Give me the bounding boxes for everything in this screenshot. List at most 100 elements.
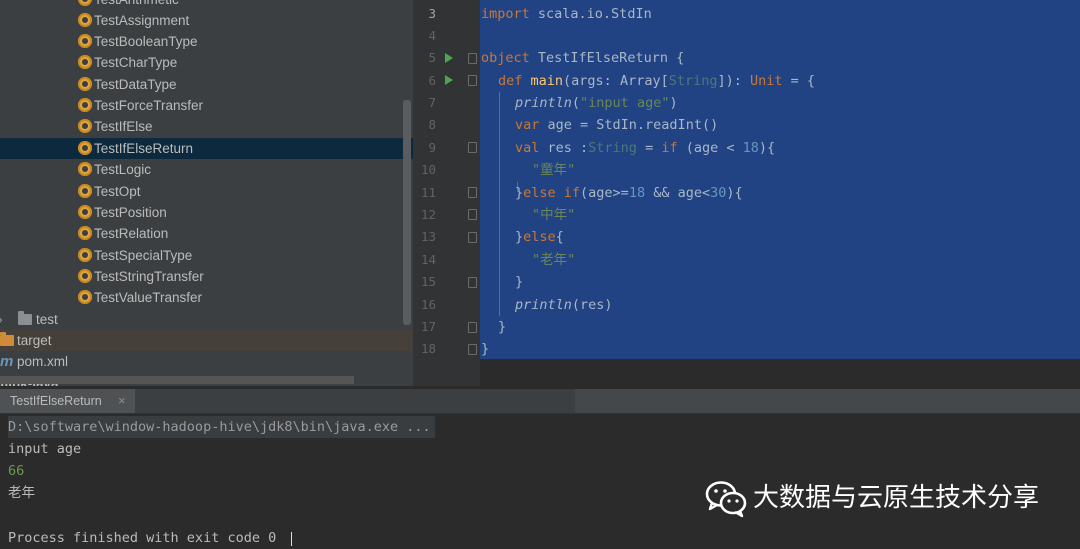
fold-marker-icon[interactable] [468, 344, 477, 355]
code-token: ( [571, 95, 581, 111]
code-token: Unit [750, 73, 783, 89]
tree-item-label: TestIfElse [94, 119, 153, 134]
code-line-17[interactable]: } [498, 316, 506, 338]
tree-folder-target[interactable]: target [0, 330, 200, 351]
code-token: else if [523, 185, 581, 201]
line-number: 4 [428, 28, 436, 43]
tree-item-label: TestOpt [94, 184, 141, 199]
code-token: = [636, 140, 662, 156]
code-token: && age< [645, 185, 711, 201]
tree-item-selected[interactable]: TestIfElseReturn [0, 138, 413, 159]
console-command-line[interactable]: D:\software\window-hadoop-hive\jdk8\bin\… [8, 416, 435, 438]
code-line-12[interactable]: "中年" [532, 204, 575, 226]
fold-marker-icon[interactable] [468, 142, 477, 153]
tree-item-label: TestForceTransfer [94, 98, 204, 113]
scala-object-icon [78, 141, 92, 155]
line-number: 9 [428, 140, 436, 155]
tree-item-label: TestAssignment [94, 13, 190, 28]
code-line-3[interactable]: import scala.io.StdIn [481, 3, 652, 25]
scala-object-icon [78, 205, 92, 219]
line-number: 6 [428, 73, 436, 88]
code-line-9[interactable]: val res :String = if (age < 18){ [515, 137, 775, 159]
code-line-15[interactable]: } [515, 271, 523, 293]
fold-marker-icon[interactable] [468, 322, 477, 333]
tree-item-label: TestIfElseReturn [94, 141, 194, 156]
tree-item-label: TestPosition [94, 205, 167, 220]
run-object-icon[interactable] [445, 53, 453, 63]
fold-marker-icon[interactable] [468, 53, 477, 64]
code-token: var [515, 117, 540, 133]
scala-object-icon [78, 119, 92, 133]
code-token: ) [669, 95, 678, 111]
tree-vertical-scrollbar[interactable] [403, 100, 411, 325]
fold-marker-icon[interactable] [468, 75, 477, 86]
chevron-right-icon[interactable]: › [0, 309, 3, 330]
code-token: if [661, 140, 678, 156]
folder-icon [18, 311, 32, 325]
run-tab-scroll-area[interactable] [575, 389, 1080, 413]
code-line-7[interactable]: println("input age") [515, 92, 678, 114]
code-token: println [515, 297, 572, 313]
code-token: (age < [677, 140, 743, 156]
fold-marker-icon[interactable] [468, 187, 477, 198]
tree-file-pom[interactable]: m pom.xml [0, 351, 200, 372]
code-token: res : [539, 140, 589, 156]
line-number: 3 [428, 6, 436, 21]
code-token: val [515, 140, 540, 156]
line-number: 10 [420, 162, 436, 177]
line-number: 13 [420, 229, 436, 244]
tree-folder-test[interactable]: › test [0, 309, 200, 330]
code-line-10[interactable]: "童年" [532, 159, 575, 181]
tree-item-label: TestValueTransfer [94, 290, 203, 305]
fold-marker-icon[interactable] [468, 277, 477, 288]
scala-object-icon [78, 55, 92, 69]
code-token: } [481, 341, 490, 357]
code-line-11[interactable]: }else if(age>=18 && age<30){ [515, 182, 743, 204]
tree-item-label: TestDataType [94, 77, 177, 92]
maven-icon: m [0, 353, 14, 370]
tree-item-label: TestBooleanType [94, 34, 198, 49]
code-line-18[interactable]: } [481, 338, 489, 360]
line-number: 15 [420, 274, 436, 289]
fold-marker-icon[interactable] [468, 209, 477, 220]
line-number: 7 [428, 95, 436, 110]
code-line-14[interactable]: "老年" [532, 249, 575, 271]
folder-icon [0, 332, 14, 346]
text-cursor [291, 532, 292, 546]
code-token: object [481, 50, 530, 66]
console-output-line: 老年 [8, 485, 35, 501]
code-line-16[interactable]: println(res) [515, 294, 613, 316]
run-main-icon[interactable] [445, 75, 453, 85]
scala-object-icon [78, 77, 92, 91]
line-number: 18 [420, 341, 436, 356]
code-token: else [523, 229, 556, 245]
code-token: } [515, 229, 524, 245]
code-token: def [498, 73, 523, 89]
line-number: 14 [420, 252, 436, 267]
run-tab[interactable]: TestIfElseReturn [0, 389, 135, 413]
code-line-6[interactable]: def main(args: Array[String]): Unit = { [498, 70, 815, 92]
code-line-8[interactable]: var age = StdIn.readInt() [515, 114, 718, 136]
code-token: age = StdIn.readInt() [539, 117, 719, 133]
code-token: { [555, 229, 564, 245]
scala-object-icon [78, 226, 92, 240]
code-line-5[interactable]: object TestIfElseReturn { [481, 47, 684, 69]
code-token: "中年" [532, 207, 576, 223]
code-line-13[interactable]: }else{ [515, 226, 564, 248]
code-token: ){ [726, 185, 743, 201]
code-token: 18 [742, 140, 759, 156]
tree-item-label: target [17, 333, 52, 348]
tree-horizontal-scrollbar[interactable] [0, 376, 354, 384]
code-editor-empty-area[interactable] [480, 359, 1080, 386]
code-token: ){ [758, 140, 776, 156]
code-token: (args: Array[ [563, 73, 669, 89]
tree-item-label: test [36, 312, 58, 327]
fold-marker-icon[interactable] [468, 232, 477, 243]
tree-item-label: TestArithmetic [94, 0, 179, 10]
wechat-icon [705, 481, 747, 518]
scala-object-icon [78, 13, 92, 27]
project-tree-panel: TestArithmetic TestAssignment TestBoolea… [0, 0, 413, 386]
code-token: TestIfElseReturn { [529, 50, 685, 66]
scala-object-icon [78, 248, 92, 262]
close-icon[interactable]: × [118, 389, 126, 413]
